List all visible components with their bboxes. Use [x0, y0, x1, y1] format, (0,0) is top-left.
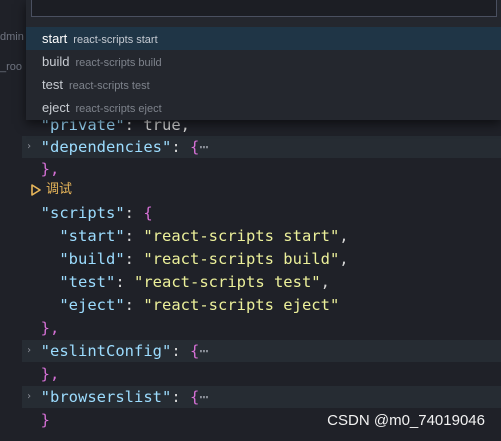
quick-pick-item-start[interactable]: start react-scripts start: [26, 27, 501, 50]
codelens-label: 调试: [46, 182, 73, 197]
code-line-eslint[interactable]: › "eslintConfig": {⋯: [22, 340, 501, 362]
quick-pick-item-label: start: [42, 31, 68, 46]
scripts-open-brace: {: [143, 204, 153, 222]
folded-ellipsis[interactable]: ⋯: [199, 138, 208, 156]
quick-pick-item-label: eject: [42, 100, 70, 115]
debug-play-icon: [31, 184, 41, 196]
script-value: "react-scripts test": [134, 273, 321, 291]
code-line-dependencies[interactable]: › "dependencies": {⋯: [22, 136, 501, 158]
code-line-scripts-close: },: [22, 317, 501, 339]
quick-pick-item-label: test: [42, 77, 63, 92]
quick-pick-item-label: build: [42, 54, 70, 69]
watermark: CSDN @m0_74019046: [327, 412, 485, 429]
script-value: "react-scripts eject": [143, 296, 340, 314]
script-colon: :: [124, 227, 144, 245]
dependencies-key: "dependencies": [40, 138, 172, 156]
browserslist-open-brace: {: [190, 388, 200, 406]
chevron-right-icon[interactable]: ›: [26, 340, 32, 362]
quick-pick-item-test[interactable]: test react-scripts test: [26, 73, 501, 96]
script-colon: :: [115, 273, 134, 291]
quick-pick-item-description: react-scripts eject: [75, 103, 162, 115]
eslint-key: "eslintConfig": [40, 342, 172, 360]
code-line-browserslist[interactable]: › "browserslist": {⋯: [22, 386, 501, 408]
script-colon: :: [124, 296, 144, 314]
script-key: "eject": [59, 296, 125, 314]
script-value: "react-scripts build": [143, 250, 340, 268]
script-colon: :: [124, 250, 144, 268]
dependencies-close-brace: },: [40, 160, 60, 178]
quick-pick-item-description: react-scripts test: [68, 80, 150, 92]
chevron-right-icon[interactable]: ›: [26, 136, 32, 158]
editor-gutter: dmin _roo: [0, 0, 24, 441]
code-line-dependencies-close: },: [22, 158, 501, 180]
dependencies-colon: :: [171, 138, 190, 156]
scripts-colon: :: [124, 204, 144, 222]
scripts-close-brace: },: [40, 319, 60, 337]
eslint-open-brace: {: [190, 342, 200, 360]
code-line-script-build: "build": "react-scripts build",: [22, 248, 501, 270]
chevron-right-icon[interactable]: ›: [26, 386, 32, 408]
script-trail: ,: [339, 227, 349, 245]
script-value: "react-scripts start": [143, 227, 340, 245]
final-close-brace: }: [40, 411, 51, 429]
scripts-key: "scripts": [40, 204, 125, 222]
dependencies-open-brace: {: [190, 138, 200, 156]
quick-pick-item-eject[interactable]: eject react-scripts eject: [26, 96, 501, 119]
code-line-eslint-close: },: [22, 363, 501, 385]
code-line-script-start: "start": "react-scripts start",: [22, 225, 501, 247]
npm-script-quick-pick: start react-scripts start build react-scri…: [26, 0, 501, 120]
codelens-debug[interactable]: 调试: [30, 180, 72, 200]
quick-pick-item-description: react-scripts build: [75, 57, 162, 69]
code-line-script-test: "test": "react-scripts test",: [22, 271, 501, 293]
browserslist-colon: :: [171, 388, 190, 406]
code-line-script-eject: "eject": "react-scripts eject": [22, 294, 501, 316]
eslint-close-brace: },: [40, 365, 60, 383]
folded-ellipsis[interactable]: ⋯: [199, 342, 208, 360]
script-key: "start": [59, 227, 125, 245]
quick-pick-input[interactable]: [31, 0, 497, 17]
code-line-scripts: "scripts": {: [22, 202, 501, 224]
script-key: "build": [59, 250, 125, 268]
browserslist-key: "browserslist": [40, 388, 172, 406]
folded-ellipsis[interactable]: ⋯: [199, 388, 208, 406]
script-key: "test": [59, 273, 116, 291]
script-trail: ,: [339, 250, 349, 268]
eslint-colon: :: [171, 342, 190, 360]
script-trail: ,: [320, 273, 330, 291]
gutter-fragment-top: dmin: [0, 31, 24, 43]
gutter-fragment-second: _roo: [0, 61, 23, 73]
quick-pick-item-build[interactable]: build react-scripts build: [26, 50, 501, 73]
quick-pick-item-description: react-scripts start: [73, 34, 158, 46]
